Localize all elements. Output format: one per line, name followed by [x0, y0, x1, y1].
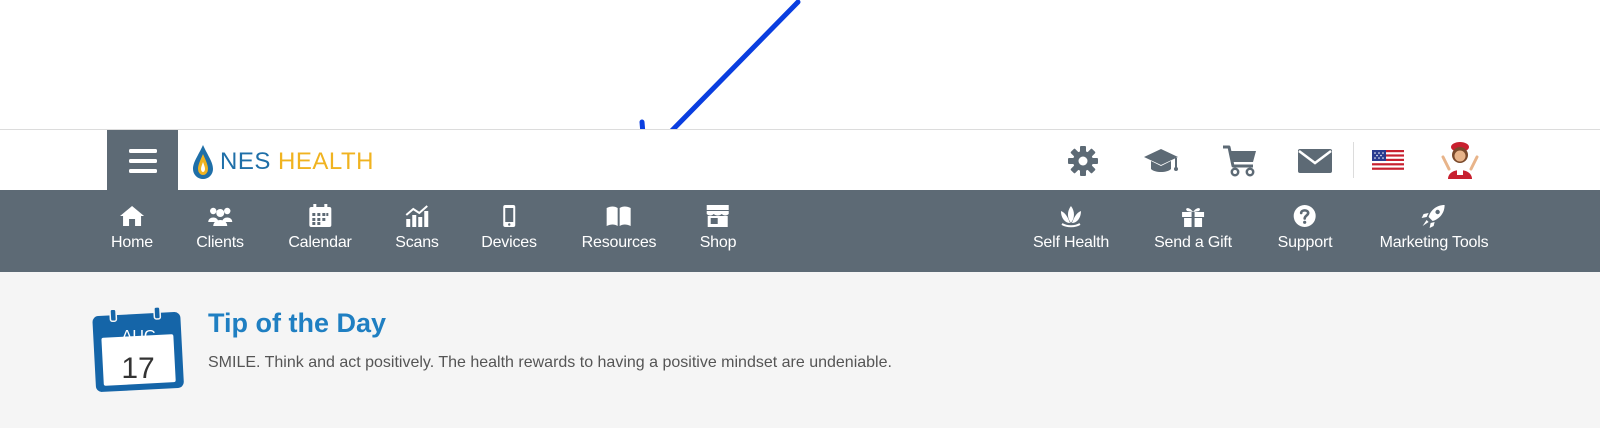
gift-icon — [1181, 208, 1204, 227]
nav-scans-label: Scans — [395, 234, 439, 251]
tip-title: Tip of the Day — [208, 308, 387, 338]
book-icon — [607, 206, 631, 226]
envelope-icon — [1298, 149, 1332, 173]
nav-calendar-label: Calendar — [288, 234, 352, 251]
nav-marketing-tools[interactable]: Marketing Tools — [1380, 204, 1489, 252]
cart-button[interactable] — [1220, 143, 1260, 179]
cart-icon — [1223, 145, 1256, 177]
nav-scans[interactable]: Scans — [395, 204, 439, 252]
nav-devices-label: Devices — [481, 234, 537, 251]
nav-home-label: Home — [111, 234, 153, 251]
nav-self-health[interactable]: Self Health — [1033, 204, 1109, 252]
nav-self-health-label: Self Health — [1032, 234, 1110, 251]
users-icon — [207, 207, 232, 226]
nav-support-label: Support — [1277, 234, 1333, 251]
nav-calendar[interactable]: Calendar — [288, 204, 352, 252]
settings-button[interactable] — [1063, 143, 1103, 179]
nav-resources[interactable]: Resources — [582, 204, 657, 252]
nav-clients-label: Clients — [196, 234, 244, 251]
avatar[interactable] — [1440, 138, 1480, 182]
nav-marketing-tools-label: Marketing Tools — [1379, 234, 1489, 251]
nav-shop[interactable]: Shop — [699, 204, 737, 252]
gear-icon — [1068, 146, 1098, 176]
training-button[interactable] — [1141, 143, 1181, 179]
header-divider — [1353, 142, 1354, 178]
graduation-cap-icon — [1144, 149, 1178, 172]
language-selector[interactable] — [1368, 143, 1408, 179]
hamburger-icon — [128, 148, 157, 173]
us-flag-icon — [1372, 150, 1404, 172]
nav-support[interactable]: Support — [1278, 204, 1333, 252]
brand-name-nes: NES — [220, 148, 271, 175]
chart-icon — [405, 205, 428, 227]
avatar-image — [1441, 142, 1479, 179]
hamburger-menu-button[interactable] — [107, 130, 178, 191]
tip-text: SMILE. Think and act positively. The hea… — [208, 354, 892, 371]
drop-logo-icon — [193, 145, 213, 179]
tip-of-the-day-section: AUG 17 Tip of the Day SMILE. Think and a… — [0, 272, 1600, 428]
brand-name-health: HEALTH — [278, 148, 374, 175]
rocket-icon — [1421, 205, 1445, 228]
mobile-icon — [502, 205, 515, 227]
nav-devices[interactable]: Devices — [481, 204, 537, 252]
calendar-day: 17 — [121, 352, 155, 385]
nav-send-gift-label: Send a Gift — [1154, 234, 1232, 251]
nav-clients[interactable]: Clients — [196, 204, 244, 252]
question-icon — [1293, 205, 1316, 227]
brand-logo[interactable]: NES HEALTH — [192, 142, 374, 182]
store-icon — [706, 205, 729, 227]
nav-resources-label: Resources — [581, 234, 657, 251]
home-icon — [119, 206, 144, 226]
messages-button[interactable] — [1295, 143, 1335, 179]
nav-shop-label: Shop — [699, 234, 737, 251]
calendar-date-badge: AUG 17 — [92, 306, 184, 392]
page: NES HEALTH Home Clients Calendar Scans D… — [0, 0, 1600, 428]
top-header: NES HEALTH — [0, 129, 1600, 191]
nav-home[interactable]: Home — [111, 204, 153, 252]
calendar-month: AUG — [121, 328, 157, 345]
calendar-icon — [309, 204, 331, 227]
lotus-icon — [1060, 206, 1081, 228]
nav-send-gift[interactable]: Send a Gift — [1154, 204, 1232, 252]
main-nav: Home Clients Calendar Scans Devices Reso… — [0, 190, 1600, 272]
